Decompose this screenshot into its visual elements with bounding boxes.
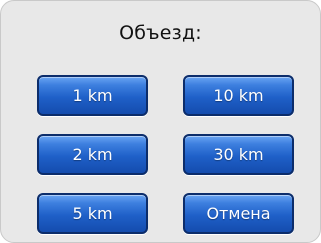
cancel-button[interactable]: Отмена [183,193,294,234]
detour-30km-button[interactable]: 30 km [183,134,294,175]
detour-dialog: Объезд: 1 km 10 km 2 km 30 km 5 km Отмен… [0,0,321,243]
dialog-title: Объезд: [119,22,202,44]
detour-1km-button[interactable]: 1 km [37,75,148,116]
detour-2km-button[interactable]: 2 km [37,134,148,175]
detour-5km-button[interactable]: 5 km [37,193,148,234]
detour-10km-button[interactable]: 10 km [183,75,294,116]
